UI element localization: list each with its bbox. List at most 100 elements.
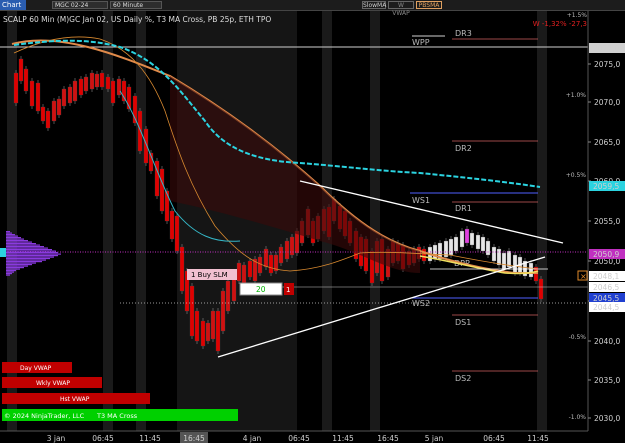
tpo-row	[6, 253, 61, 255]
price-highlight-label: 2059,5	[593, 182, 619, 191]
candle-body	[105, 76, 111, 90]
session-band	[537, 11, 547, 431]
cursor-time: 16:45	[183, 434, 205, 443]
price-highlight-label: 2046,5	[593, 283, 619, 292]
toolbar: Chart MGC 02-24 60 Minute SlowMA W VWAP …	[0, 0, 625, 17]
time-axis[interactable]: 3 jan 06:45 11:45 4 jan 06:45 11:45 16:45 5 jan…	[47, 434, 549, 443]
candle-body	[247, 260, 253, 278]
candle-body	[257, 256, 263, 274]
weekly-change-status: W -1,32% -27,3	[533, 20, 587, 28]
price-axis[interactable]: 2075,02070,02065,02060,02055,02050,02045…	[588, 60, 620, 423]
profile-marker	[0, 248, 6, 257]
candle-body	[189, 285, 195, 337]
candle-body	[72, 80, 78, 102]
price-chart[interactable]: SCALP 60 Min (M)GC Jan 02, US Daily %, T…	[0, 11, 625, 443]
tpo-row	[6, 264, 32, 266]
candle-body	[506, 250, 512, 268]
chart-subtitle: SCALP 60 Min (M)GC Jan 02, US Daily %, T…	[3, 15, 271, 24]
candle-body	[78, 78, 84, 96]
weekly-vwap-label: Wkly VWAP	[36, 380, 70, 387]
candle-body	[116, 78, 122, 96]
instrument-selector[interactable]: MGC 02-24	[52, 1, 108, 9]
price-highlight-label: 2044,5	[593, 303, 619, 312]
candle-body	[164, 190, 170, 222]
candle-body	[459, 230, 465, 248]
copyright-text: © 2024 NinjaTrader, LLC	[4, 412, 85, 420]
candle-body	[13, 72, 19, 104]
tpo-row	[6, 258, 50, 260]
tpo-row	[6, 232, 12, 234]
tpo-row	[6, 252, 58, 254]
candle-body	[421, 248, 427, 262]
pbsma-button[interactable]: PBSMA	[416, 1, 442, 9]
candle-body	[51, 100, 57, 122]
candle-body	[480, 236, 486, 252]
candle-body	[485, 240, 491, 256]
candle-body	[453, 236, 459, 252]
candle-body	[94, 73, 100, 88]
chart-tab[interactable]: Chart	[0, 0, 26, 10]
order-quantity: 20	[256, 285, 266, 294]
session-band	[136, 11, 146, 431]
timeframe-selector[interactable]: 60 Minute	[110, 1, 162, 9]
time-tick-label: 11:45	[527, 434, 549, 443]
time-tick-label: 16:45	[377, 434, 399, 443]
level-ds2: DS2	[455, 374, 471, 383]
tpo-row	[6, 256, 54, 258]
candle-body	[179, 246, 185, 292]
candle-body	[18, 58, 24, 82]
tpo-row	[6, 240, 28, 242]
tpo-row	[6, 261, 42, 263]
percent-axis: +1.0% +0.5% -0.5% -1.0%	[566, 92, 587, 421]
time-tick-label: 11:45	[139, 434, 161, 443]
tpo-row	[6, 255, 58, 257]
level-ws1: WS1	[412, 196, 430, 205]
tpo-row	[6, 235, 18, 237]
candle-body	[284, 240, 290, 260]
candle-body	[174, 215, 180, 252]
level-dr1: DR1	[455, 204, 472, 213]
wvwap-button[interactable]: W VWAP	[388, 1, 414, 17]
candle-body	[501, 252, 507, 270]
candle-body	[194, 310, 200, 342]
candle-body	[448, 238, 454, 256]
candle-body	[528, 262, 534, 278]
candle-body	[67, 86, 73, 104]
candle-body	[538, 278, 544, 300]
day-vwap-label: Day VWAP	[20, 365, 52, 372]
tpo-row	[6, 231, 10, 233]
candle-body	[40, 106, 46, 122]
level-wpp: WPP	[412, 38, 430, 47]
pct-label-plus-1.5: +1.5%	[567, 12, 588, 19]
order-x-marker[interactable]: ×	[577, 270, 588, 281]
close-order-icon[interactable]: ×	[580, 272, 587, 281]
time-tick-label: 5 jan	[425, 434, 444, 443]
tpo-row	[6, 265, 28, 267]
tpo-row	[6, 246, 44, 248]
tpo-row	[6, 259, 46, 261]
time-tick-label: 3 jan	[47, 434, 66, 443]
candle-body	[496, 248, 502, 266]
order-count: 1	[286, 286, 290, 294]
session-band	[370, 11, 380, 431]
tpo-row	[6, 244, 40, 246]
candle-body	[220, 290, 226, 332]
time-tick-label: 06:45	[483, 434, 505, 443]
tpo-row	[6, 271, 14, 273]
tpo-row	[6, 234, 15, 236]
candle-body	[56, 98, 62, 116]
slowma-button[interactable]: SlowMA	[362, 1, 386, 9]
tpo-row	[6, 270, 16, 272]
timeframe-value: 60 Minute	[113, 2, 144, 9]
price-tick-label: 2070,0	[594, 98, 620, 107]
candle-body	[159, 168, 165, 212]
candle-body	[278, 246, 284, 264]
candle-body	[89, 72, 95, 90]
price-tick-label: 2040,0	[594, 337, 620, 346]
tpo-row	[6, 262, 36, 264]
candle-body	[236, 262, 242, 282]
candle-body	[23, 68, 29, 92]
tpo-row	[6, 250, 56, 252]
percent-label: -0.5%	[569, 334, 587, 341]
level-dr3: DR3	[455, 29, 472, 38]
